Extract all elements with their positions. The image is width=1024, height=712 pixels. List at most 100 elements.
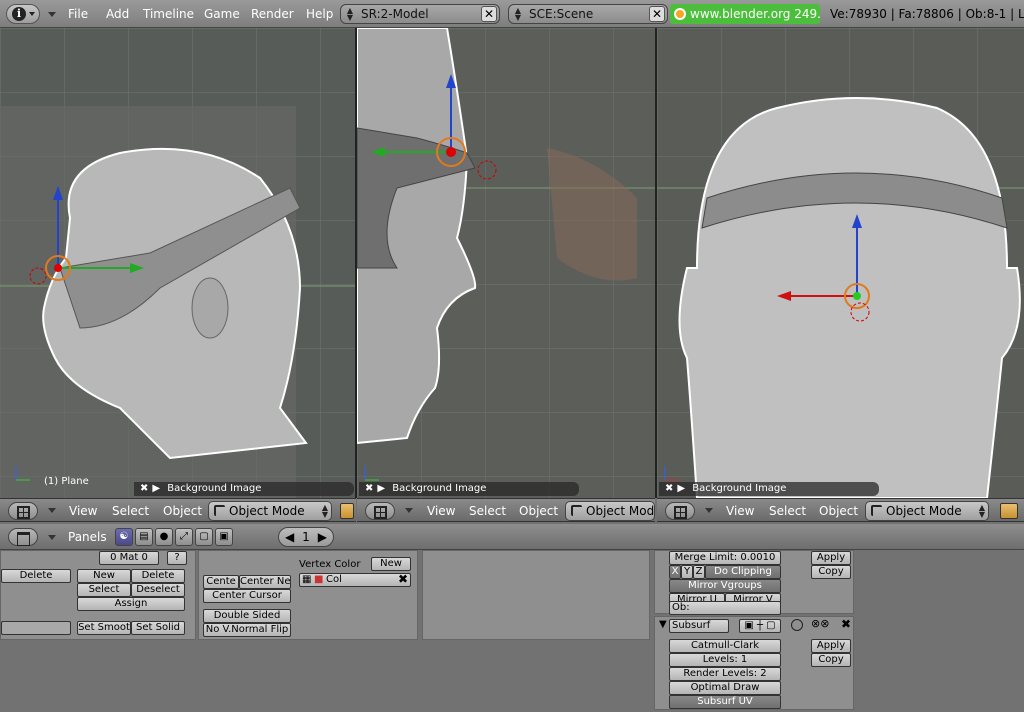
mirror-x-toggle[interactable]: X — [669, 565, 681, 579]
center-button[interactable]: Cente — [203, 575, 239, 589]
remove-vertex-color-icon[interactable]: ✖ — [398, 574, 408, 585]
set-smooth-button[interactable]: Set Smoot — [77, 621, 131, 635]
apply-mirror-button[interactable]: Apply — [811, 551, 851, 565]
draw-type-icon[interactable] — [340, 503, 354, 519]
background-image-panel[interactable]: ✖ ▶ Background Image — [134, 482, 354, 496]
delete-material-button[interactable]: Delete — [131, 569, 185, 583]
vertex-color-layer-field[interactable]: ▦ ■ Col ✖ — [299, 573, 411, 587]
menu-add[interactable]: Add — [106, 7, 129, 21]
background-image-panel[interactable]: ✖ ▶ Background Image — [659, 482, 879, 496]
background-image-panel[interactable]: ✖ ▶ Background Image — [359, 482, 579, 496]
apply-subsurf-button[interactable]: Apply — [811, 639, 851, 653]
assign-material-button[interactable]: Assign — [77, 597, 185, 611]
menu-help[interactable]: Help — [306, 7, 333, 21]
material-help-button[interactable]: ? — [167, 551, 187, 565]
mirror-object-field[interactable]: Ob: — [669, 601, 781, 615]
collapse-menu-icon[interactable] — [705, 508, 713, 513]
collapse-menu-icon[interactable] — [48, 535, 56, 540]
close-icon[interactable]: ✖ — [665, 483, 673, 494]
center-new-button[interactable]: Center Ne — [239, 575, 291, 589]
viewport-left[interactable]: (1) Plane ✖ ▶ Background Image — [0, 28, 356, 498]
deselect-material-button[interactable]: Deselect — [131, 583, 185, 597]
copy-subsurf-button[interactable]: Copy — [811, 653, 851, 667]
copy-mirror-button[interactable]: Copy — [811, 565, 851, 579]
draw-type-icon[interactable] — [1000, 503, 1018, 519]
menu-view[interactable]: View — [726, 504, 754, 518]
menu-view[interactable]: View — [427, 504, 455, 518]
new-material-button[interactable]: New — [77, 569, 131, 583]
delete-vgroup-button[interactable]: Delete — [1, 569, 71, 583]
expand-arrow-icon[interactable]: ▶ — [377, 483, 385, 494]
menu-select[interactable]: Select — [112, 504, 149, 518]
close-icon[interactable]: ✖ — [365, 483, 373, 494]
frame-number-field[interactable]: ◀ 1 ▶ — [278, 527, 334, 547]
mirror-vgroups-toggle[interactable]: Mirror Vgroups — [669, 579, 781, 593]
increment-arrow-icon[interactable]: ▶ — [318, 528, 327, 546]
mode-label: Object Mode — [886, 504, 962, 518]
set-solid-button[interactable]: Set Solid — [131, 621, 185, 635]
move-up-down-icon[interactable]: ⊗⊗ — [811, 617, 829, 630]
menu-select[interactable]: Select — [769, 504, 806, 518]
menu-game[interactable]: Game — [204, 7, 240, 21]
center-cursor-button[interactable]: Center Cursor — [203, 589, 291, 603]
menu-object[interactable]: Object — [163, 504, 202, 518]
vgroup-name-field[interactable] — [1, 621, 71, 635]
modifier-display-toggles[interactable]: ▣ ┼ ▢ — [739, 619, 781, 633]
delete-scene-icon[interactable]: ✕ — [649, 6, 665, 22]
mode-selector[interactable]: Object Mode ▲ ▼ — [865, 501, 989, 521]
subsurf-uv-toggle[interactable]: Subsurf UV — [669, 695, 781, 709]
mirror-y-toggle[interactable]: Y — [681, 565, 693, 579]
select-material-button[interactable]: Select — [77, 583, 131, 597]
do-clipping-toggle[interactable]: Do Clipping — [705, 565, 781, 579]
collapse-menu-icon[interactable] — [405, 508, 413, 513]
scene-context-icon[interactable]: ▣ — [215, 528, 233, 546]
collapse-menu-icon[interactable] — [48, 508, 56, 513]
scene-selector[interactable]: ▲ ▼ SCE:Scene ✕ — [508, 4, 668, 24]
merge-limit-field[interactable]: Merge Limit: 0.0010 — [669, 551, 781, 565]
subdivision-type-dropdown[interactable]: Catmull-Clark — [669, 639, 781, 653]
double-sided-toggle[interactable]: Double Sided — [203, 609, 291, 623]
menu-panels[interactable]: Panels — [68, 530, 107, 544]
collapse-arrow-icon[interactable]: ▼ — [659, 619, 667, 630]
object-context-icon[interactable]: ⤢ — [175, 528, 193, 546]
cage-toggle-icon[interactable] — [791, 619, 803, 631]
expand-arrow-icon[interactable]: ▶ — [152, 483, 160, 494]
menu-select[interactable]: Select — [469, 504, 506, 518]
info-window-type-button[interactable]: i — [6, 4, 40, 24]
close-icon[interactable]: ✖ — [140, 483, 148, 494]
render-levels-field[interactable]: Render Levels: 2 — [669, 667, 781, 681]
collapse-menu-icon[interactable] — [48, 12, 56, 17]
optimal-draw-toggle[interactable]: Optimal Draw — [669, 681, 781, 695]
logic-context-icon[interactable]: ☯ — [115, 528, 133, 546]
mode-selector[interactable]: Object Mode ▲ ▼ — [208, 501, 332, 521]
material-index-field[interactable]: 0 Mat 0 — [99, 551, 159, 565]
script-context-icon[interactable]: ▤ — [135, 528, 153, 546]
mirror-modifier-panel: Merge Limit: 0.0010 Apply Copy X Y Z Do … — [654, 550, 854, 615]
new-vertex-color-button[interactable]: New — [371, 557, 411, 571]
expand-arrow-icon[interactable]: ▶ — [677, 483, 685, 494]
mode-selector[interactable]: Object Mod — [565, 501, 655, 521]
screen-selector[interactable]: ▲ ▼ SR:2-Model ✕ — [340, 4, 500, 24]
menu-file[interactable]: File — [68, 7, 88, 21]
remove-modifier-icon[interactable]: ✖ — [841, 617, 851, 631]
menu-view[interactable]: View — [69, 504, 97, 518]
blender-url-link[interactable]: www.blender.org 249.2 — [670, 4, 820, 24]
decrement-arrow-icon[interactable]: ◀ — [285, 528, 294, 546]
menu-object[interactable]: Object — [819, 504, 858, 518]
levels-field[interactable]: Levels: 1 — [669, 653, 781, 667]
shading-context-icon[interactable]: ● — [155, 528, 173, 546]
delete-screen-icon[interactable]: ✕ — [481, 6, 497, 22]
window-type-button[interactable] — [365, 502, 395, 520]
menu-render[interactable]: Render — [251, 7, 294, 21]
window-type-button[interactable] — [665, 502, 695, 520]
menu-object[interactable]: Object — [519, 504, 558, 518]
menu-timeline[interactable]: Timeline — [143, 7, 194, 21]
viewport-middle[interactable]: ✖ ▶ Background Image — [357, 28, 655, 498]
window-type-button[interactable] — [8, 502, 38, 520]
window-type-button[interactable] — [8, 528, 38, 546]
no-vnormal-flip-toggle[interactable]: No V.Normal Flip — [203, 623, 291, 637]
editing-context-icon[interactable]: ▢ — [195, 528, 213, 546]
modifier-name-field[interactable]: Subsurf — [669, 619, 729, 633]
mirror-z-toggle[interactable]: Z — [693, 565, 705, 579]
viewport-right[interactable]: ✖ ▶ Background Image — [657, 28, 1024, 498]
